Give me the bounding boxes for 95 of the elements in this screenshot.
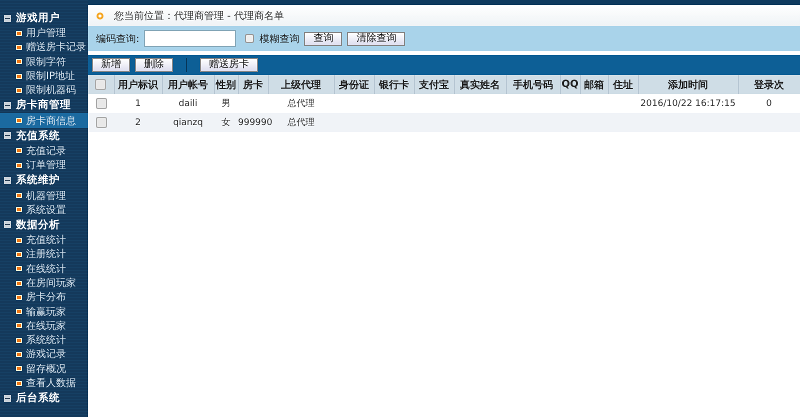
collapse-icon[interactable] xyxy=(4,102,11,109)
sidebar-item[interactable]: 注册统计 xyxy=(0,247,88,262)
sidebar-item[interactable]: 限制IP地址 xyxy=(0,68,88,84)
toolbar-button[interactable]: 赠送房卡 xyxy=(200,58,258,72)
search-field[interactable] xyxy=(144,30,236,47)
sidebar-item[interactable]: 限制机器码 xyxy=(0,83,88,98)
sidebar-group-title[interactable]: 充值系统 xyxy=(16,128,60,143)
collapse-icon[interactable] xyxy=(4,221,11,228)
bullet-icon xyxy=(16,118,22,124)
column-header: 真实姓名 xyxy=(454,75,506,94)
bullet-icon xyxy=(16,148,22,154)
sidebar-item[interactable]: 房卡分布 xyxy=(0,290,88,304)
sidebar-item[interactable]: 系统统计 xyxy=(0,333,88,348)
sidebar-item[interactable]: 机器管理 xyxy=(0,188,88,203)
sidebar-group-title[interactable]: 房卡商管理 xyxy=(16,98,71,112)
table-cell: 总代理 xyxy=(288,99,314,109)
column-header: 用户标识 xyxy=(114,75,162,94)
sidebar-item[interactable]: 订单管理 xyxy=(0,158,88,172)
sidebar-item[interactable]: 游戏记录 xyxy=(0,347,88,362)
sidebar-item[interactable]: 查看人数据 xyxy=(0,376,88,390)
table-cell: 0 xyxy=(766,98,772,108)
sidebar-item[interactable]: 在线统计 xyxy=(0,262,88,276)
column-header: 房卡 xyxy=(238,75,268,94)
sidebar-group-title[interactable]: 系统维护 xyxy=(16,173,60,188)
sidebar-item[interactable]: 在房间玩家 xyxy=(0,276,88,290)
table-cell: qianzq xyxy=(173,118,203,128)
column-header: 住址 xyxy=(608,75,638,94)
sidebar-item[interactable]: 房卡商信息 xyxy=(0,113,88,128)
bullet-icon xyxy=(16,74,22,79)
bullet-icon xyxy=(16,280,22,286)
column-header: 上级代理 xyxy=(268,75,334,94)
collapse-icon[interactable] xyxy=(4,14,11,22)
bullet-icon xyxy=(16,193,22,198)
toolbar-button[interactable]: 删除 xyxy=(135,58,173,72)
sidebar-item[interactable]: 充值统计 xyxy=(0,232,88,248)
sidebar-item[interactable]: 充值记录 xyxy=(0,144,88,158)
bullet-icon xyxy=(16,162,22,168)
search-label: 编码查询: xyxy=(96,32,140,46)
bullet-icon xyxy=(16,366,22,372)
column-header: 邮箱 xyxy=(580,75,608,94)
column-header: 支付宝 xyxy=(414,75,454,94)
table-row[interactable]: 1 daili 男 总代理 2016/10/22 16:17:15 0 xyxy=(88,94,800,113)
sidebar-item[interactable]: 限制字符 xyxy=(0,54,88,69)
table-cell: 1 xyxy=(135,98,141,108)
sidebar-group-title[interactable]: 游戏用户 xyxy=(16,11,60,25)
sidebar-item[interactable]: 系统设置 xyxy=(0,202,88,217)
bullet-icon xyxy=(16,294,22,300)
table-cell: 2016/10/22 16:17:15 xyxy=(640,98,736,108)
table-cell: 女 xyxy=(222,118,230,128)
table-cell: 2 xyxy=(135,118,141,128)
bullet-icon xyxy=(16,309,22,314)
sidebar-group-title[interactable]: 数据分析 xyxy=(16,218,60,232)
row-checkbox[interactable] xyxy=(96,98,106,109)
sidebar-item[interactable]: 输赢玩家 xyxy=(0,304,88,319)
bullet-icon xyxy=(16,207,22,212)
collapse-icon[interactable] xyxy=(4,394,11,402)
sidebar-group-title[interactable]: 后台系统 xyxy=(16,391,60,406)
search-button[interactable]: 查询 xyxy=(304,32,342,46)
column-header: 用户帐号 xyxy=(162,75,214,94)
bullet-icon xyxy=(16,266,22,272)
bullet-icon xyxy=(16,252,22,257)
fuzzy-checkbox[interactable] xyxy=(245,34,254,43)
table-cell: daili xyxy=(178,98,198,108)
fuzzy-label: 模糊查询 xyxy=(259,32,300,46)
bullet-icon xyxy=(16,59,22,64)
toolbar-button[interactable]: 新增 xyxy=(92,58,130,72)
column-header: 性别 xyxy=(214,75,238,94)
table-cell: 男 xyxy=(222,99,230,109)
sidebar-item[interactable]: 用户管理 xyxy=(0,26,88,40)
bullet-icon xyxy=(16,30,22,36)
table-cell: 999990 xyxy=(238,118,272,128)
column-header: 手机号码 xyxy=(506,75,560,94)
sidebar-item[interactable]: 赠送房卡记录 xyxy=(0,40,88,55)
select-all-checkbox[interactable] xyxy=(95,78,106,90)
breadcrumb: 您当前位置：代理商管理 - 代理商名单 xyxy=(114,10,284,22)
bullet-icon xyxy=(16,380,22,386)
column-header: 银行卡 xyxy=(374,75,414,94)
bullet-icon xyxy=(16,44,22,50)
search-button[interactable]: 清除查询 xyxy=(347,32,406,46)
column-header: 登录次 xyxy=(738,75,800,94)
column-header: 添加时间 xyxy=(638,75,738,94)
column-header: QQ xyxy=(560,75,580,94)
bullet-icon xyxy=(16,323,22,328)
sidebar-item[interactable]: 在线玩家 xyxy=(0,318,88,334)
table-cell: 总代理 xyxy=(288,118,314,128)
sun-icon xyxy=(96,12,104,20)
collapse-icon[interactable] xyxy=(4,132,11,140)
row-checkbox[interactable] xyxy=(96,117,106,128)
collapse-icon[interactable] xyxy=(4,176,11,184)
bullet-icon xyxy=(16,88,22,93)
column-header: 身份证 xyxy=(334,75,374,94)
sidebar-item[interactable]: 留存概况 xyxy=(0,362,88,376)
bullet-icon xyxy=(16,238,22,243)
bullet-icon xyxy=(16,352,22,357)
bullet-icon xyxy=(16,338,22,343)
